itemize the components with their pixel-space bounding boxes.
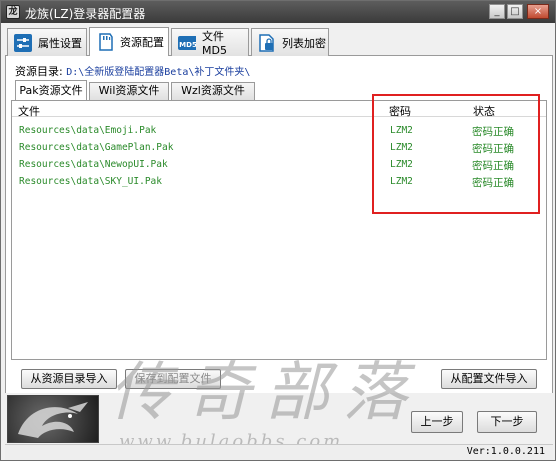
- md5-file-icon: MD5: [178, 34, 196, 52]
- resource-directory-label: 资源目录:: [15, 65, 63, 78]
- configurator-window: 龙 龙族(LZ)登录器配置器 _ □ × 属性设置 资源配置 MD5 文件MD5…: [0, 0, 556, 461]
- import-from-dir-button[interactable]: 从资源目录导入: [21, 369, 117, 389]
- tab-list-encrypt-label: 列表加密: [282, 36, 326, 50]
- subtab-pak-files[interactable]: Pak资源文件: [15, 80, 87, 101]
- subtab-wil-files[interactable]: Wil资源文件: [89, 82, 169, 100]
- tab-resource-config[interactable]: 资源配置: [89, 27, 169, 56]
- app-logo-icon: 龙: [6, 5, 20, 19]
- row-file: Resources\data\GamePlan.Pak: [19, 142, 174, 153]
- highlight-box: [372, 94, 540, 214]
- tab-resource-config-label: 资源配置: [120, 36, 164, 49]
- prev-button[interactable]: 上一步: [411, 411, 463, 433]
- tab-file-md5[interactable]: MD5 文件MD5: [171, 28, 249, 57]
- resource-directory-path[interactable]: D:\全新版登陆配置器Beta\补丁文件夹\: [66, 67, 250, 78]
- tab-property-settings[interactable]: 属性设置: [7, 28, 87, 56]
- column-header-file[interactable]: 文件: [18, 103, 40, 119]
- status-bar: Ver:1.0.0.211: [5, 444, 553, 460]
- save-config-button[interactable]: 保存到配置文件: [125, 369, 221, 389]
- subtab-wzl-files[interactable]: Wzl资源文件: [171, 82, 255, 100]
- resource-directory: 资源目录: D:\全新版登陆配置器Beta\补丁文件夹\: [15, 63, 250, 79]
- settings-sliders-icon: [14, 33, 32, 52]
- sd-card-icon: [96, 33, 114, 51]
- maximize-button[interactable]: □: [507, 4, 523, 19]
- tab-list-encrypt[interactable]: 列表加密: [251, 28, 329, 56]
- tab-file-md5-label: 文件MD5: [202, 30, 227, 57]
- row-file: Resources\data\Emoji.Pak: [19, 125, 157, 136]
- next-button[interactable]: 下一步: [477, 411, 537, 433]
- minimize-button[interactable]: _: [489, 4, 505, 19]
- close-button[interactable]: ×: [527, 4, 549, 19]
- lock-file-icon: [258, 33, 276, 52]
- row-file: Resources\data\NewopUI.Pak: [19, 159, 168, 170]
- row-file: Resources\data\SKY_UI.Pak: [19, 176, 162, 187]
- dragon-logo-image: [7, 395, 99, 443]
- title-bar[interactable]: 龙 龙族(LZ)登录器配置器 _ □ ×: [1, 1, 555, 23]
- svg-text:MD5: MD5: [179, 41, 196, 49]
- window-title: 龙族(LZ)登录器配置器: [25, 7, 146, 21]
- tab-property-settings-label: 属性设置: [38, 36, 82, 50]
- import-from-config-button[interactable]: 从配置文件导入: [441, 369, 537, 389]
- version-label: Ver:1.0.0.211: [466, 446, 545, 457]
